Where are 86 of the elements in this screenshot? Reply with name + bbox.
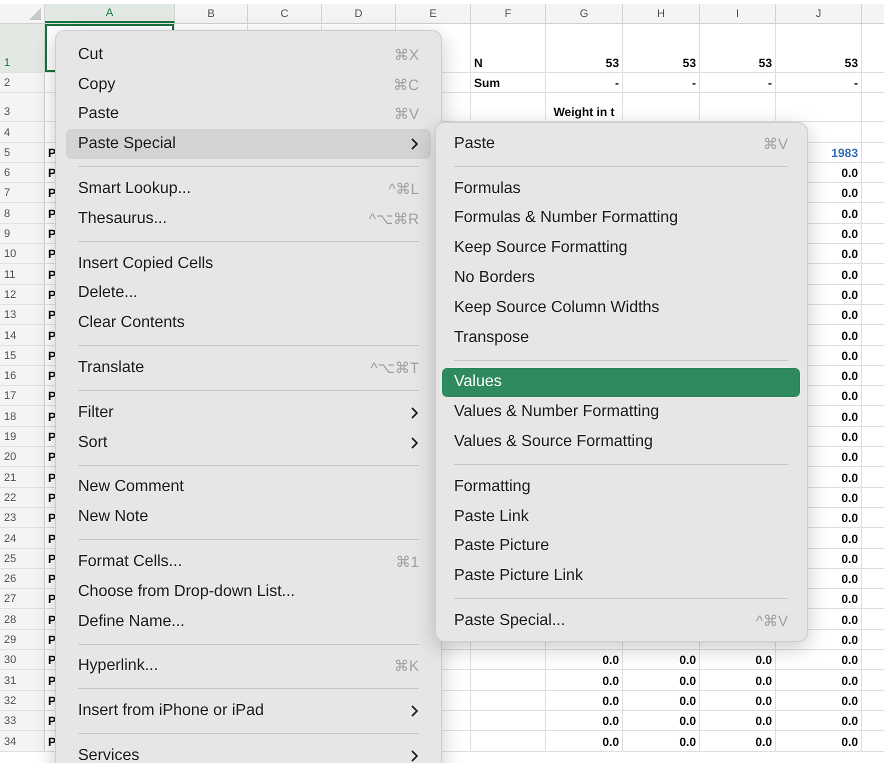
table-cell: 0.0 xyxy=(841,206,858,221)
table-cell: P xyxy=(48,166,56,180)
table-cell: P xyxy=(48,268,56,282)
table-cell: 0.0 xyxy=(841,633,858,648)
table-cell: - xyxy=(692,76,696,90)
table-cell: P xyxy=(48,734,56,748)
table-cell: P xyxy=(48,714,56,728)
table-cell: 0.0 xyxy=(841,227,858,242)
table-cell: P xyxy=(48,410,56,424)
table-cell: 0.0 xyxy=(755,714,772,728)
table-cell: P xyxy=(48,694,56,708)
table-cell: - xyxy=(854,76,858,90)
table-cell: 0.0 xyxy=(841,348,858,363)
table-cell: P xyxy=(48,430,56,444)
table-cell: P xyxy=(48,348,56,363)
table-cell: 0.0 xyxy=(841,268,858,282)
table-cell: 0.0 xyxy=(841,653,858,668)
table-cell: P xyxy=(48,674,56,688)
table-cell: 53 xyxy=(606,56,619,70)
table-cell: P xyxy=(48,532,56,546)
table-cell: 0.0 xyxy=(841,430,858,444)
table-cell: 0.0 xyxy=(841,308,858,322)
table-cell: Sum xyxy=(474,76,500,90)
table-cell: P xyxy=(48,247,56,262)
table-cell: 0.0 xyxy=(841,511,858,526)
table-cell: 0.0 xyxy=(755,694,772,708)
table-cell: 0.0 xyxy=(679,734,696,748)
table-cell: - xyxy=(615,76,619,90)
table-cell: 0.0 xyxy=(841,389,858,404)
table-cell: 0.0 xyxy=(602,653,619,668)
table-cell: 0.0 xyxy=(602,694,619,708)
table-cell: P xyxy=(48,552,56,566)
table-cell: 0.0 xyxy=(679,694,696,708)
table-cell: 0.0 xyxy=(841,288,858,302)
table-cell: 0.0 xyxy=(841,734,858,748)
table-cell: 0.0 xyxy=(841,450,858,464)
table-cell: 0.0 xyxy=(602,674,619,688)
table-cell: P xyxy=(48,572,56,586)
table-cell: - xyxy=(768,76,772,90)
table-cell: 0.0 xyxy=(841,410,858,424)
table-cell: 53 xyxy=(758,56,772,70)
table-cell: 0.0 xyxy=(602,714,619,728)
table-cell: P xyxy=(48,653,56,668)
table-cell: 0.0 xyxy=(841,328,858,343)
table-cell: 0.0 xyxy=(755,734,772,748)
table-cell: 0.0 xyxy=(841,552,858,566)
table-cell: 0.0 xyxy=(602,734,619,748)
table-cell: 0.0 xyxy=(841,612,858,627)
table-cell: 0.0 xyxy=(841,674,858,688)
table-cell: P xyxy=(48,328,56,343)
table-cell: P xyxy=(48,308,56,322)
table-cell: 0.0 xyxy=(841,186,858,200)
table-cell: P xyxy=(48,633,56,648)
table-cell: 0.0 xyxy=(841,592,858,606)
table-cell: 0.0 xyxy=(755,653,772,668)
table-cell: P xyxy=(48,612,56,627)
table-cell: P xyxy=(48,146,56,160)
table-cell: 0.0 xyxy=(841,532,858,546)
table-cell: P xyxy=(48,450,56,464)
table-cell: Weight in t xyxy=(553,105,615,120)
table-cell: 0.0 xyxy=(679,674,696,688)
table-cell: 0.0 xyxy=(841,369,858,384)
table-cell: 0.0 xyxy=(679,714,696,728)
table-cell: 0.0 xyxy=(841,694,858,708)
table-cell: 0.0 xyxy=(679,653,696,668)
table-cell: P xyxy=(48,470,56,485)
table-cell: P xyxy=(48,389,56,404)
table-cell: 0.0 xyxy=(841,166,858,180)
table-cell: P xyxy=(48,206,56,221)
table-cell: 53 xyxy=(844,56,858,70)
table-cell: 1983 xyxy=(831,146,858,160)
table-cell: P xyxy=(48,511,56,526)
table-cell: 0.0 xyxy=(841,247,858,262)
table-cell: P xyxy=(48,227,56,242)
table-cell: N xyxy=(474,56,483,70)
table-cell: P xyxy=(48,288,56,302)
table-cell: 0.0 xyxy=(841,470,858,485)
table-cell: P xyxy=(48,592,56,606)
table-cell: 0.0 xyxy=(755,674,772,688)
table-cell: P xyxy=(48,186,56,200)
table-cell: P xyxy=(48,490,56,505)
table-cell: 0.0 xyxy=(841,490,858,505)
table-cell: 0.0 xyxy=(841,572,858,586)
table-cell: 0.0 xyxy=(841,714,858,728)
table-cell: P xyxy=(48,369,56,384)
table-cell: 53 xyxy=(682,56,696,70)
